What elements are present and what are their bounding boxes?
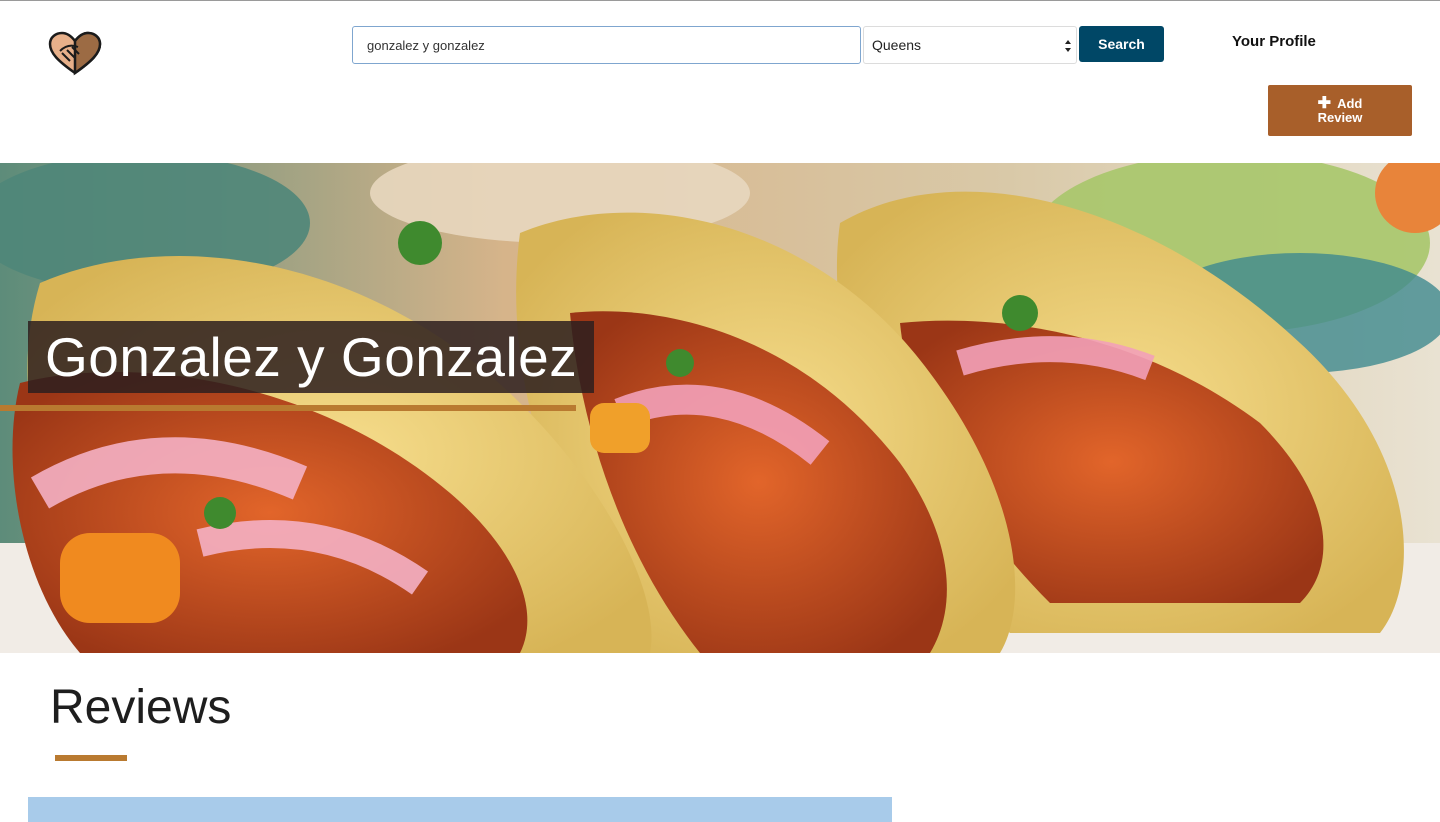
site-header: Queens Search Your Profile ✚ Add Review (0, 1, 1440, 163)
add-review-label-line2: Review (1317, 109, 1363, 125)
restaurant-title-box: Gonzalez y Gonzalez (28, 321, 595, 393)
plus-icon: ✚ (1317, 94, 1332, 112)
handshake-icon[interactable] (48, 31, 102, 77)
add-review-button[interactable]: ✚ Add Review (1268, 85, 1412, 136)
hero-banner: Gonzalez y Gonzalez (0, 163, 1440, 653)
reviews-heading: Reviews (50, 681, 232, 734)
review-card[interactable] (28, 797, 892, 822)
search-input[interactable] (352, 26, 861, 64)
borough-select[interactable]: Queens (863, 26, 1077, 64)
select-arrows-icon (1065, 40, 1071, 52)
borough-selected-value: Queens (872, 37, 922, 53)
restaurant-title: Gonzalez y Gonzalez (45, 326, 578, 388)
add-review-label-line1: Add (1337, 95, 1363, 111)
reviews-underline (55, 755, 127, 761)
your-profile-link[interactable]: Your Profile (1232, 33, 1316, 50)
search-button[interactable]: Search (1079, 26, 1164, 62)
title-underline (0, 405, 576, 411)
